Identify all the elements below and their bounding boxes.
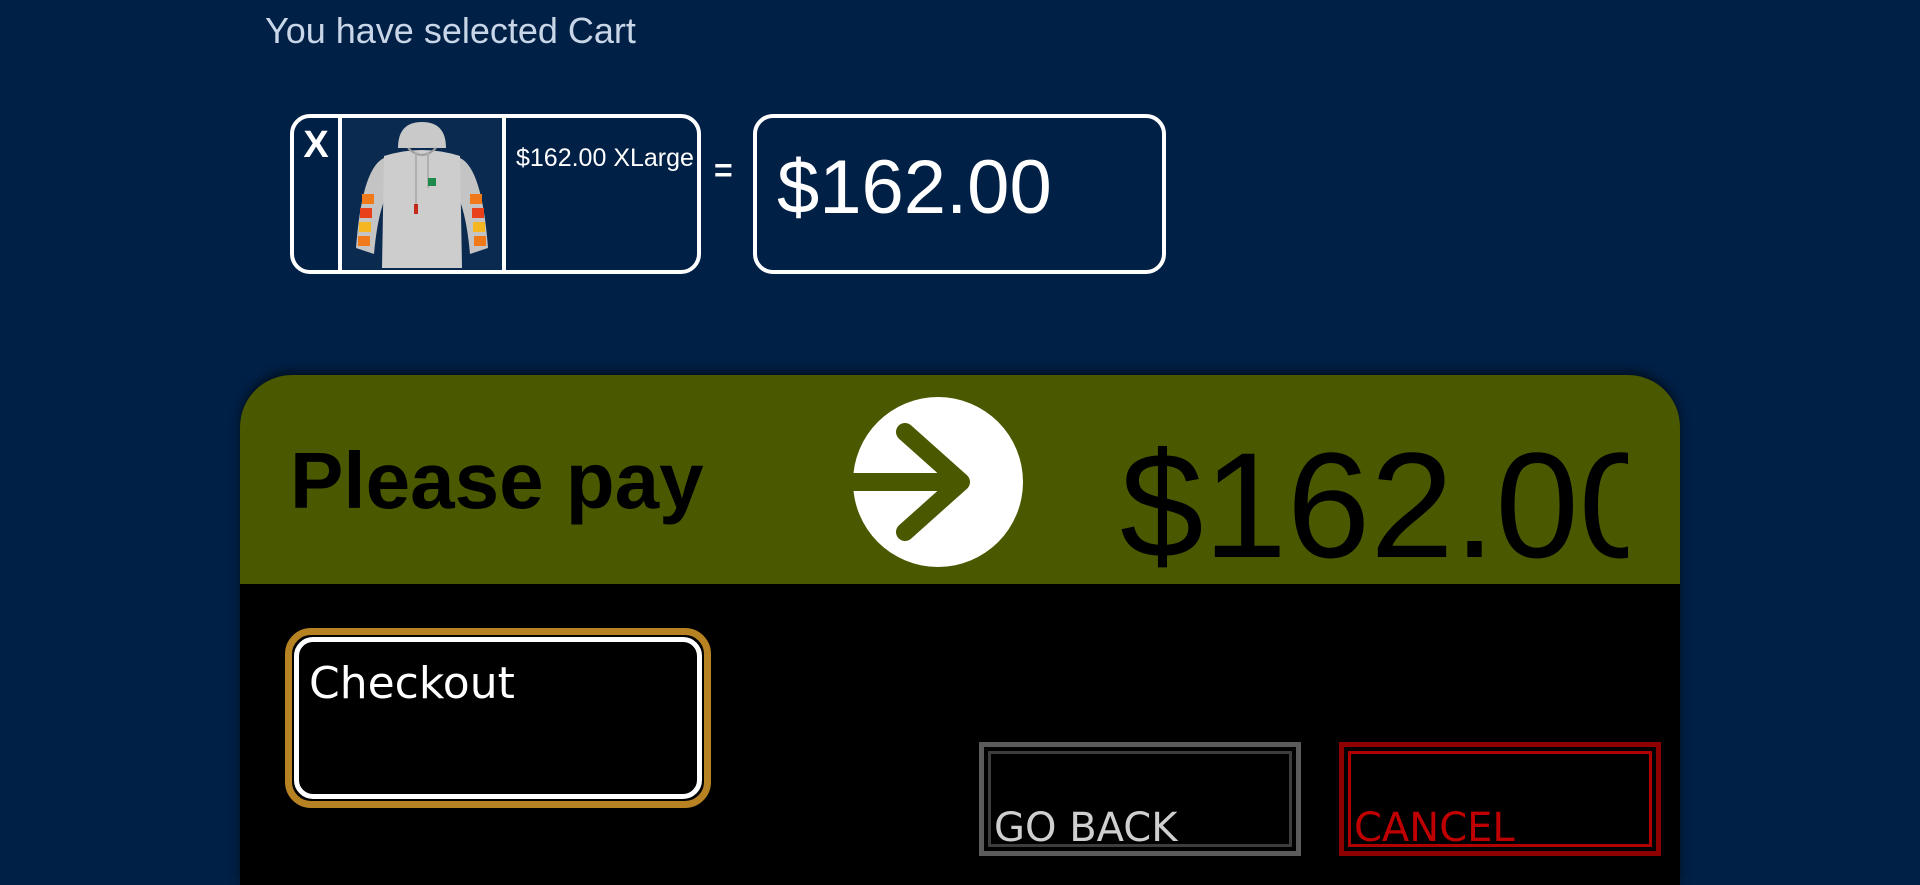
remove-item-button[interactable]: X bbox=[294, 118, 342, 270]
arrow-right-icon bbox=[844, 397, 1023, 567]
amount-due: $162.00 bbox=[1120, 421, 1628, 584]
item-description: $162.00 XLarge bbox=[516, 144, 694, 172]
payment-panel: Please pay $162.00 Checkout GO BACK CANC… bbox=[240, 375, 1680, 885]
product-thumbnail bbox=[342, 118, 506, 270]
cart-total: $162.00 bbox=[753, 114, 1166, 274]
checkout-button[interactable]: Checkout bbox=[285, 628, 711, 808]
cancel-label: CANCEL bbox=[1354, 805, 1515, 851]
go-back-button[interactable]: GO BACK bbox=[979, 742, 1301, 856]
payment-header: Please pay $162.00 bbox=[240, 375, 1680, 584]
amount-due-container: $162.00 bbox=[1120, 415, 1628, 584]
checkout-label: Checkout bbox=[294, 637, 702, 799]
equals-sign: = bbox=[714, 152, 733, 188]
cart-item: X $162.00 XLarge bbox=[290, 114, 701, 274]
page-heading: You have selected Cart bbox=[265, 10, 636, 51]
hoodie-image bbox=[342, 118, 502, 270]
go-back-label: GO BACK bbox=[994, 805, 1178, 851]
cancel-button[interactable]: CANCEL bbox=[1339, 742, 1661, 856]
please-pay-label: Please pay bbox=[290, 436, 704, 525]
